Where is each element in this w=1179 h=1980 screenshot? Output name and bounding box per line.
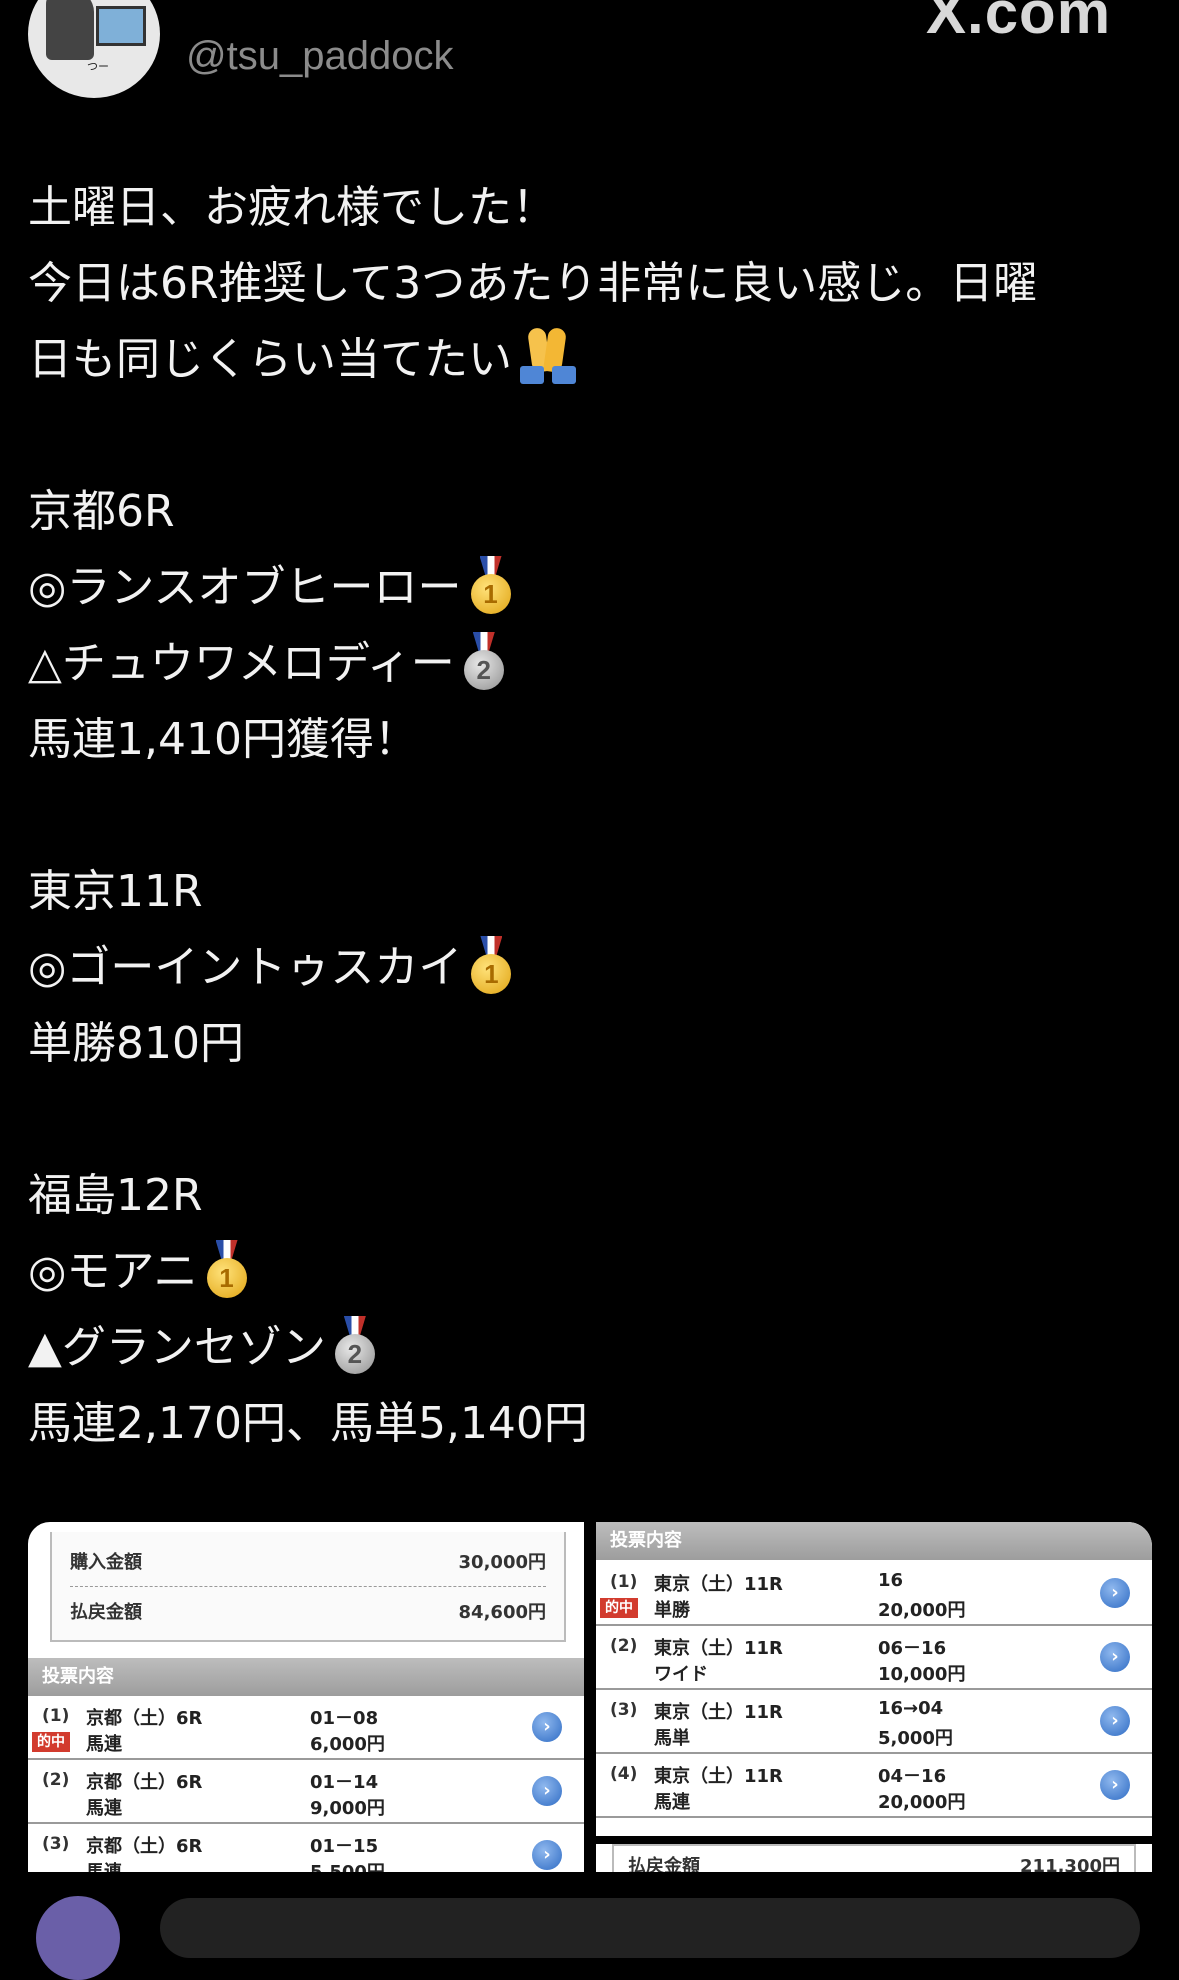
- bet-combo: 16: [878, 1570, 904, 1591]
- hit-badge: 的中: [32, 1732, 70, 1752]
- purchase-row: 購入金額 30,000円: [70, 1548, 546, 1574]
- post-line: 京都6R: [28, 486, 175, 537]
- ticket-image-left[interactable]: 購入金額 30,000円 払戻金額 84,600円 投票内容 (1) 的中 京都…: [28, 1522, 584, 1872]
- post-line: 単勝810円: [28, 1018, 244, 1069]
- chevron-right-icon[interactable]: ›: [532, 1712, 562, 1742]
- bet-type: 馬連: [86, 1734, 122, 1755]
- ticket-image-right[interactable]: 投票内容 (1) 的中 東京（土）11R 単勝 16 20,000円 › (2)…: [596, 1522, 1152, 1872]
- divider: [70, 1586, 546, 1587]
- summary-box: 購入金額 30,000円 払戻金額 84,600円: [50, 1532, 566, 1642]
- silver-medal-icon: 2: [334, 1316, 376, 1376]
- bet-type: 単勝: [654, 1600, 690, 1621]
- row-number: (1): [42, 1706, 70, 1726]
- purchase-label: 購入金額: [70, 1552, 142, 1573]
- bet-type: 馬連: [654, 1792, 690, 1813]
- bet-amount: 10,000円: [878, 1664, 966, 1685]
- bet-type: ワイド: [654, 1664, 708, 1685]
- bet-combo: 04－16: [878, 1766, 947, 1787]
- section-header: 投票内容: [596, 1522, 1152, 1560]
- table-row[interactable]: (3) 東京（土）11R 馬単 16→04 5,000円 ›: [596, 1690, 1152, 1754]
- race-name: 東京（土）11R: [654, 1638, 783, 1659]
- gold-medal-icon: 1: [470, 556, 512, 616]
- folded-hands-icon: [516, 326, 580, 384]
- post-line: △チュウワメロディー 2: [28, 626, 1153, 702]
- horse-figure: [46, 0, 94, 60]
- bet-amount: 5,000円: [878, 1728, 953, 1749]
- table-row[interactable]: (3) 京都（土）6R 馬連 01－15 5,500円 ›: [28, 1824, 584, 1872]
- row-number: (2): [610, 1636, 638, 1656]
- race-name: 東京（土）11R: [654, 1766, 783, 1787]
- gold-medal-icon: 1: [470, 936, 512, 996]
- silver-medal-icon: 2: [463, 632, 505, 692]
- table-row[interactable]: (2) 京都（土）6R 馬連 01－14 9,000円 ›: [28, 1760, 584, 1824]
- post-line: 日も同じくらい当てたい: [28, 322, 1153, 398]
- bet-combo: 16→04: [878, 1698, 944, 1719]
- race-name: 京都（土）6R: [86, 1772, 203, 1793]
- payout-label: 払戻金額: [70, 1602, 142, 1623]
- post-line: 東京11R: [28, 866, 203, 917]
- avatar-caption: つー: [87, 60, 109, 73]
- bet-amount: 9,000円: [310, 1798, 385, 1819]
- payout-value: 84,600円: [458, 1602, 546, 1623]
- chevron-right-icon[interactable]: ›: [532, 1840, 562, 1870]
- bet-type: 馬連: [86, 1858, 122, 1872]
- row-number: (2): [42, 1770, 70, 1790]
- race-name: 京都（土）6R: [86, 1836, 203, 1857]
- section-header: 投票内容: [28, 1658, 584, 1696]
- post-line: 馬連1,410円獲得！: [28, 714, 418, 765]
- user-handle[interactable]: @tsu_paddock: [186, 34, 453, 79]
- avatar[interactable]: つー: [28, 0, 160, 98]
- payout-row: 払戻金額 84,600円: [70, 1598, 546, 1624]
- chevron-right-icon[interactable]: ›: [1100, 1770, 1130, 1800]
- chevron-right-icon[interactable]: ›: [532, 1776, 562, 1806]
- bet-amount: 5,500円: [310, 1858, 385, 1872]
- race-name: 東京（土）11R: [654, 1574, 783, 1595]
- post-line: 馬連2,170円、馬単5,140円: [28, 1398, 588, 1449]
- bet-amount: 6,000円: [310, 1734, 385, 1755]
- race-name: 京都（土）6R: [86, 1708, 203, 1729]
- bet-combo: 06－16: [878, 1638, 947, 1659]
- bet-combo: 01－15: [310, 1836, 379, 1857]
- table-row[interactable]: (1) 的中 東京（土）11R 単勝 16 20,000円 ›: [596, 1562, 1152, 1626]
- post-text: 土曜日、お疲れ様でした！ 今日は6R推奨して3つあたり非常に良い感じ。日曜 日も…: [28, 170, 1153, 1462]
- post-line: 土曜日、お疲れ様でした！: [28, 182, 556, 233]
- table-row[interactable]: (4) 東京（土）11R 馬連 04－16 20,000円 ›: [596, 1754, 1152, 1818]
- post-line: ◎ランスオブヒーロー 1: [28, 550, 1153, 626]
- post-line: ▲グランセゾン 2: [28, 1310, 1153, 1386]
- chevron-right-icon[interactable]: ›: [1100, 1706, 1130, 1736]
- row-number: (4): [610, 1764, 638, 1784]
- bet-combo: 01－14: [310, 1772, 379, 1793]
- reply-input[interactable]: [160, 1898, 1140, 1958]
- bet-amount: 20,000円: [878, 1600, 966, 1621]
- bet-combo: 01－08: [310, 1708, 379, 1729]
- post-line: 福島12R: [28, 1170, 203, 1221]
- bet-amount: 20,000円: [878, 1792, 966, 1813]
- hit-badge: 的中: [600, 1598, 638, 1618]
- chevron-right-icon[interactable]: ›: [1100, 1578, 1130, 1608]
- bet-type: 馬連: [86, 1798, 122, 1819]
- table-row[interactable]: (1) 的中 京都（土）6R 馬連 01－08 6,000円 ›: [28, 1696, 584, 1760]
- bet-type: 馬単: [654, 1728, 690, 1749]
- site-watermark: X.com: [926, 0, 1112, 46]
- post-line: 今日は6R推奨して3つあたり非常に良い感じ。日曜: [28, 258, 1038, 309]
- row-number: (3): [610, 1700, 638, 1720]
- row-number: (3): [42, 1834, 70, 1854]
- gold-medal-icon: 1: [206, 1240, 248, 1300]
- row-number: (1): [610, 1572, 638, 1592]
- chevron-right-icon[interactable]: ›: [1100, 1642, 1130, 1672]
- race-name: 東京（土）11R: [654, 1702, 783, 1723]
- post-line: ◎ゴーイントゥスカイ 1: [28, 930, 1153, 1006]
- purchase-value: 30,000円: [458, 1552, 546, 1573]
- framed-picture: [96, 6, 146, 46]
- table-row[interactable]: (2) 東京（土）11R ワイド 06－16 10,000円 ›: [596, 1626, 1152, 1690]
- post-line: ◎モアニ 1: [28, 1234, 1153, 1310]
